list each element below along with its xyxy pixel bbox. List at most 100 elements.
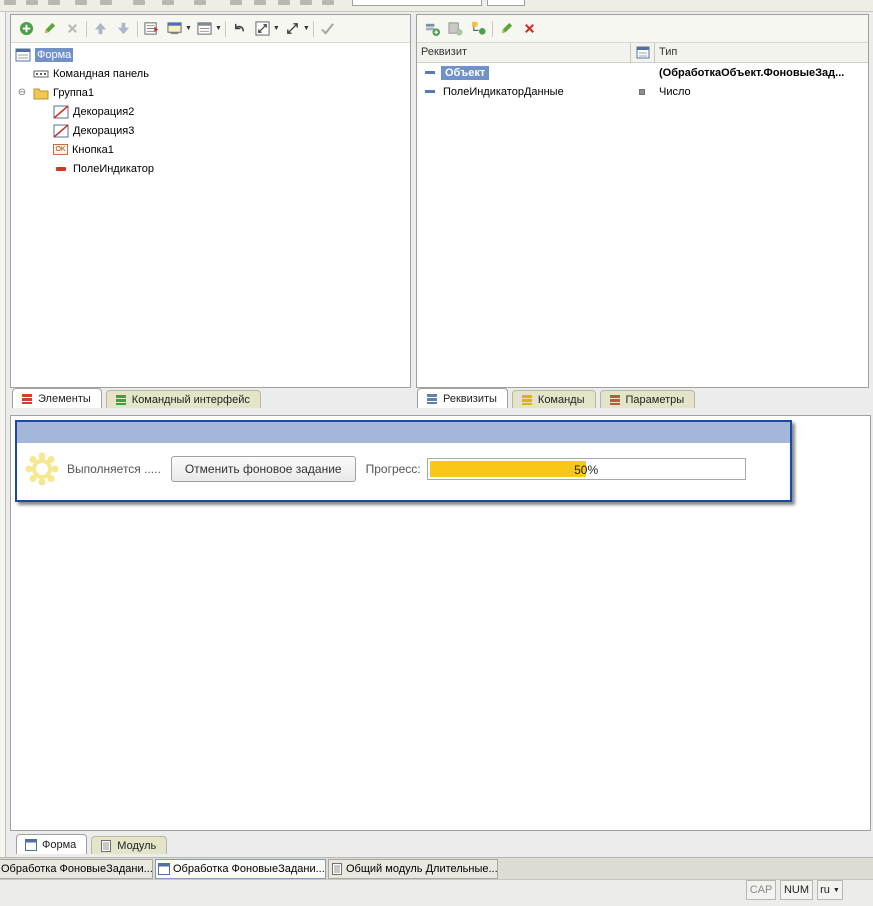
align-left-icon[interactable] [230, 0, 242, 5]
elements-tab-icon [21, 393, 33, 405]
tab-form[interactable]: Форма [16, 834, 88, 854]
tree-item-command-panel[interactable]: Командная панель [15, 64, 154, 83]
attribute-row[interactable]: ПолеИндикаторДанные Число [417, 83, 868, 102]
dialog-title-bar [17, 422, 790, 443]
check-icon[interactable] [318, 19, 337, 38]
move-up-icon[interactable] [91, 19, 110, 38]
attributes-grid-header: Реквизит Тип [417, 43, 868, 63]
button-ok-icon: OK [53, 144, 68, 155]
decoration-icon [53, 123, 69, 138]
tab-command-interface[interactable]: Командный интерфейс [105, 390, 261, 408]
toolbar-icon[interactable] [162, 0, 174, 5]
running-status-text: Выполняется ..... [67, 462, 161, 476]
resize-icon[interactable] [253, 19, 272, 38]
commands-tab-icon [521, 394, 533, 406]
add-attribute-icon[interactable] [423, 19, 442, 38]
right-panel-tabs: Реквизиты Команды Параметры [417, 388, 699, 408]
form-preview: Выполняется ..... Отменить фоновое задан… [10, 415, 871, 831]
collapse-toggle-icon[interactable]: ⊖ [15, 87, 29, 98]
tree-item-indicator-field[interactable]: ПолеИндикатор [15, 159, 154, 178]
attribute-icon [425, 71, 435, 74]
layout-icon[interactable] [165, 19, 184, 38]
delete-icon[interactable] [520, 19, 539, 38]
tree-item-group1[interactable]: ⊖ Группа1 [15, 83, 154, 102]
column-type-icon [636, 46, 650, 59]
toolbar-icon[interactable] [322, 0, 334, 5]
caps-lock-indicator: CAP [746, 880, 776, 900]
loading-spinner-icon [25, 452, 59, 486]
tab-commands[interactable]: Команды [511, 390, 596, 408]
attributes-toolbar [417, 15, 868, 43]
window-taskbar: Обработка ФоновыеЗадани... Обработка Фон… [0, 857, 873, 879]
form-icon [15, 48, 31, 62]
status-bar: CAP NUM ru ▼ [0, 879, 873, 906]
tab-attributes[interactable]: Реквизиты [417, 388, 508, 408]
top-toolbar-strip [0, 0, 873, 12]
type-icon [639, 89, 645, 95]
window-icon[interactable] [195, 19, 214, 38]
command-panel-icon [33, 67, 49, 81]
parameters-tab-icon [609, 394, 621, 406]
move-down-icon[interactable] [114, 19, 133, 38]
chevron-down-icon: ▼ [832, 886, 840, 894]
background-job-dialog: Выполняется ..... Отменить фоновое задан… [15, 420, 792, 502]
toolbar-icon[interactable] [48, 0, 60, 5]
align-justify-icon[interactable] [300, 0, 312, 5]
folder-icon [33, 86, 49, 100]
elements-toolbar: ▼ ▼ ▼ ▼ [11, 15, 410, 43]
tree-item-decoration2[interactable]: Декорация2 [15, 102, 154, 121]
delete-icon[interactable] [63, 19, 82, 38]
num-lock-indicator: NUM [780, 880, 813, 900]
dialog-content-row: Выполняется ..... Отменить фоновое задан… [25, 452, 780, 486]
module-window-icon [331, 863, 343, 875]
toolbar-icon[interactable] [194, 0, 206, 5]
tab-module[interactable]: Модуль [91, 836, 168, 854]
module-tab-icon [100, 839, 112, 852]
elements-panel: ▼ ▼ ▼ ▼ Форма Командная панель ⊖ Группа1 [10, 14, 411, 388]
command-interface-tab-icon [115, 394, 127, 406]
undo-arrow-icon[interactable] [230, 19, 249, 38]
taskbar-item[interactable]: Общий модуль Длительные... [328, 859, 498, 879]
form-tab-icon [25, 838, 37, 851]
align-center-icon[interactable] [254, 0, 266, 5]
toolbar-combo[interactable] [352, 0, 482, 6]
left-panel-tabs: Элементы Командный интерфейс [12, 388, 265, 408]
language-selector[interactable]: ru ▼ [817, 880, 843, 900]
attribute-icon [425, 90, 435, 93]
toolbar-icon[interactable] [133, 0, 145, 5]
tree-item-button1[interactable]: OK Кнопка1 [15, 140, 154, 159]
form-window-icon [158, 863, 170, 875]
toolbar-icon[interactable] [75, 0, 87, 5]
column-header-type[interactable]: Тип [659, 46, 677, 58]
form-editor: ▼ ▼ ▼ ▼ Форма Командная панель ⊖ Группа1 [6, 12, 873, 857]
toolbar-combo-small[interactable] [487, 0, 525, 6]
toolbar-icon[interactable] [100, 0, 112, 5]
add-icon[interactable] [17, 19, 36, 38]
taskbar-item-active[interactable]: Обработка ФоновыеЗадани... [155, 859, 326, 879]
add-linked-icon[interactable] [469, 19, 488, 38]
elements-tree: Форма Командная панель ⊖ Группа1 Декорац… [15, 45, 154, 178]
progress-label: Прогресс: [365, 462, 421, 476]
tree-item-decoration3[interactable]: Декорация3 [15, 121, 154, 140]
attributes-tab-icon [426, 393, 438, 405]
bottom-tabs: Форма Модуль [16, 834, 171, 854]
expand-arrows-icon[interactable] [283, 19, 302, 38]
field-icon [53, 162, 69, 176]
tree-item-form[interactable]: Форма [15, 45, 154, 64]
tab-parameters[interactable]: Параметры [599, 390, 696, 408]
toolbar-icon[interactable] [4, 0, 16, 5]
tab-elements[interactable]: Элементы [12, 388, 102, 408]
column-header-attribute[interactable]: Реквизит [421, 46, 467, 58]
align-right-icon[interactable] [278, 0, 290, 5]
decoration-icon [53, 104, 69, 119]
taskbar-item[interactable]: Обработка ФоновыеЗадани... [0, 859, 153, 879]
toolbar-icon[interactable] [26, 0, 38, 5]
progress-percent: 50% [574, 463, 599, 477]
edit-pencil-icon[interactable] [40, 19, 59, 38]
attribute-row[interactable]: Объект (ОбработкаОбъект.ФоновыеЗад... [417, 64, 868, 83]
add-column-icon[interactable] [446, 19, 465, 38]
form-properties-icon[interactable] [142, 19, 161, 38]
attributes-panel: Реквизит Тип Объект (ОбработкаОбъект.Фон… [416, 14, 869, 388]
cancel-job-button[interactable]: Отменить фоновое задание [170, 456, 356, 482]
edit-pencil-icon[interactable] [497, 19, 516, 38]
